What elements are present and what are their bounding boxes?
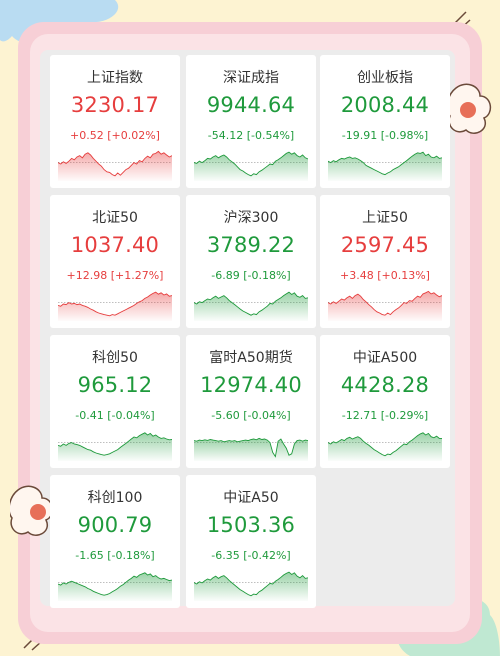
index-price: 3230.17 — [70, 93, 160, 117]
index-name: 上证指数 — [87, 70, 143, 86]
index-change: -19.91 [-0.98%] — [341, 129, 429, 142]
index-price: 1503.36 — [206, 513, 296, 537]
index-price: 4428.28 — [340, 373, 430, 397]
sparkline-chart — [194, 291, 308, 321]
index-card-shenzhen-component[interactable]: 深证成指 9944.64 -54.12 [-0.54%] — [186, 55, 316, 188]
index-name: 北证50 — [92, 210, 138, 226]
index-change: -54.12 [-0.54%] — [207, 129, 295, 142]
index-name: 上证50 — [362, 210, 408, 226]
sparkline-area — [328, 152, 442, 181]
sparkline-area — [58, 572, 172, 601]
sparkline-area — [58, 292, 172, 321]
index-name: 中证A500 — [352, 350, 418, 366]
index-price: 3789.22 — [206, 233, 296, 257]
index-card-sse50[interactable]: 上证50 2597.45 +3.48 [+0.13%] — [320, 195, 450, 328]
sparkline-chart — [58, 572, 172, 601]
index-card-star50[interactable]: 科创50 965.12 -0.41 [-0.04%] — [50, 335, 180, 468]
index-price: 900.79 — [77, 513, 153, 537]
index-name: 中证A50 — [223, 490, 279, 506]
index-card-chinext[interactable]: 创业板指 2008.44 -19.91 [-0.98%] — [320, 55, 450, 188]
index-price: 2597.45 — [340, 233, 430, 257]
sparkline-area — [58, 151, 172, 181]
index-price: 1037.40 — [70, 233, 160, 257]
index-card-bse50[interactable]: 北证50 1037.40 +12.98 [+1.27%] — [50, 195, 180, 328]
sparkline-chart — [328, 151, 442, 181]
sparkline-area — [194, 572, 308, 601]
sparkline-chart — [328, 432, 442, 461]
index-name: 富时A50期货 — [209, 350, 293, 366]
sparkline-chart — [328, 290, 442, 321]
index-card-csi-a500[interactable]: 中证A500 4428.28 -12.71 [-0.29%] — [320, 335, 450, 468]
index-card-shanghai-composite[interactable]: 上证指数 3230.17 +0.52 [+0.02%] — [50, 55, 180, 188]
index-change: -1.65 [-0.18%] — [75, 549, 155, 562]
sparkline-area — [328, 432, 442, 461]
index-change: +12.98 [+1.27%] — [66, 269, 164, 282]
index-card-star100[interactable]: 科创100 900.79 -1.65 [-0.18%] — [50, 475, 180, 608]
sparkline-chart — [194, 437, 308, 461]
index-card-csi-a50[interactable]: 中证A50 1503.36 -6.35 [-0.42%] — [186, 475, 316, 608]
sparkline-area — [194, 152, 308, 181]
index-price: 12974.40 — [200, 373, 302, 397]
index-card-ftse-a50-futures[interactable]: 富时A50期货 12974.40 -5.60 [-0.04%] — [186, 335, 316, 468]
index-change: -0.41 [-0.04%] — [75, 409, 155, 422]
sparkline-chart — [194, 151, 308, 181]
index-change: -6.35 [-0.42%] — [211, 549, 291, 562]
index-change: +3.48 [+0.13%] — [340, 269, 430, 282]
sparkline-chart — [194, 571, 308, 601]
flower-sticker-right — [446, 83, 492, 134]
index-card-csi300[interactable]: 沪深300 3789.22 -6.89 [-0.18%] — [186, 195, 316, 328]
sparkline-area — [58, 432, 172, 461]
index-change: +0.52 [+0.02%] — [70, 129, 160, 142]
index-price: 965.12 — [77, 373, 153, 397]
sparkline-area — [194, 438, 308, 461]
index-change: -6.89 [-0.18%] — [211, 269, 291, 282]
sparkline-area — [328, 291, 442, 321]
index-price: 2008.44 — [340, 93, 430, 117]
sparkline-area — [194, 292, 308, 321]
index-name: 深证成指 — [223, 70, 279, 86]
index-name: 创业板指 — [357, 70, 413, 86]
sparkline-chart — [58, 291, 172, 321]
index-name: 科创50 — [92, 350, 138, 366]
index-name: 沪深300 — [223, 210, 279, 226]
index-change: -12.71 [-0.29%] — [341, 409, 429, 422]
sparkline-chart — [58, 432, 172, 461]
index-price: 9944.64 — [206, 93, 296, 117]
index-change: -5.60 [-0.04%] — [211, 409, 291, 422]
sparkline-chart — [58, 150, 172, 181]
index-name: 科创100 — [87, 490, 143, 506]
